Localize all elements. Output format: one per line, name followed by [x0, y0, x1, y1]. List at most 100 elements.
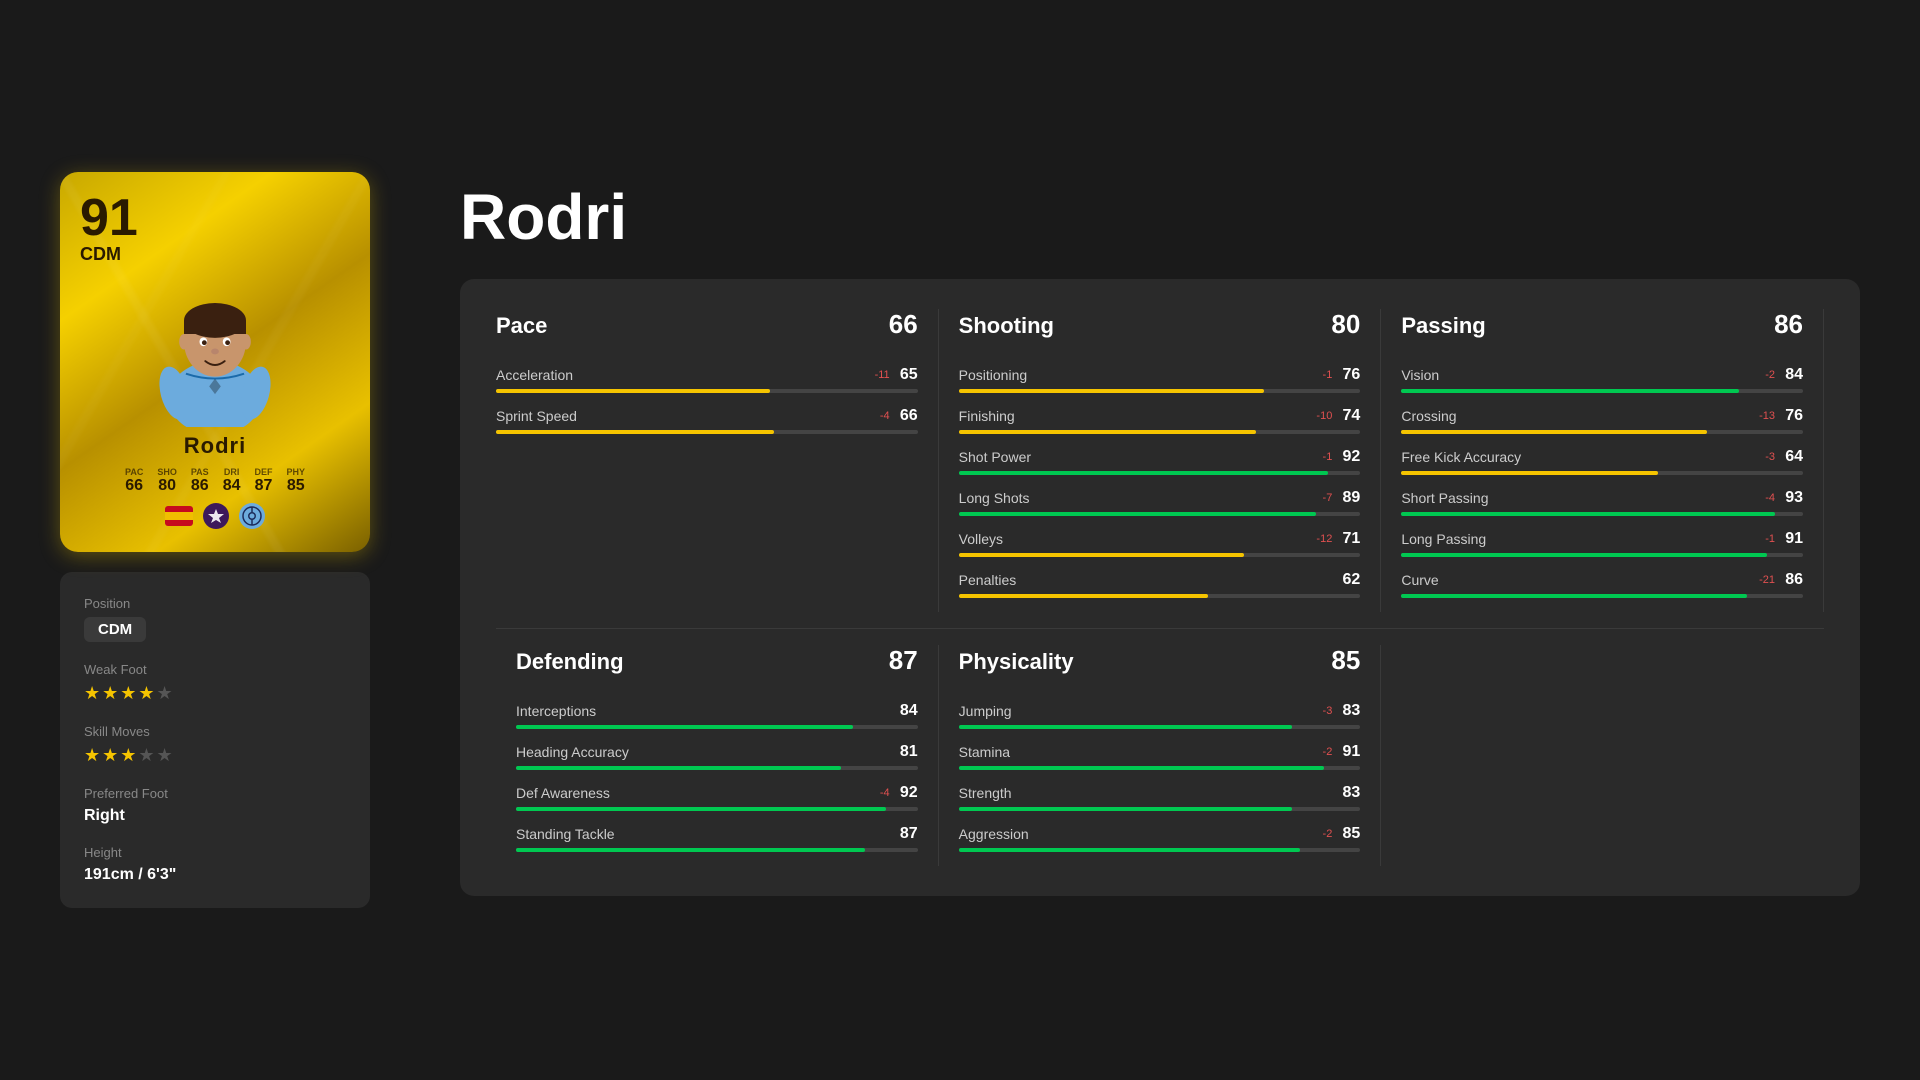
stats-container: Pace 66 Acceleration-1165Sprint Speed-46…: [460, 279, 1860, 896]
card-stat-phy: PHY 85: [286, 467, 305, 495]
stat-number: 66: [894, 407, 918, 425]
stat-modifier: -4: [880, 410, 890, 422]
passing-category: Passing 86 Vision-284Crossing-1376Free K…: [1381, 309, 1824, 612]
stat-bar-fill: [959, 430, 1256, 434]
premier-league-badge: [203, 503, 229, 529]
stat-bar-bg: [959, 512, 1361, 516]
stat-number: 93: [1779, 489, 1803, 507]
defending-stats: Interceptions84Heading Accuracy81Def Awa…: [516, 702, 918, 852]
stat-number: 81: [894, 743, 918, 761]
preferred-foot-value: Right: [84, 807, 346, 825]
spacer: [496, 612, 1824, 628]
stat-right: -4 66: [880, 407, 918, 425]
stat-modifier: -4: [1765, 492, 1775, 504]
stat-modifier: -1: [1765, 533, 1775, 545]
stat-modifier: -1: [1323, 451, 1333, 463]
shooting-stats: Positioning -176 Finishing-1074 Shot Power -…: [959, 366, 1361, 598]
stat-bar-fill: [496, 430, 774, 434]
stat-bar-bg: [959, 807, 1361, 811]
info-panel: Position CDM Weak Foot ★★★★★ Skill Moves…: [60, 572, 370, 908]
stat-number: 74: [1336, 407, 1360, 425]
stat-bar-fill: [959, 594, 1208, 598]
stat-number: 83: [1336, 784, 1360, 802]
empty-category: [1381, 645, 1824, 866]
stat-item: Acceleration-1165: [496, 366, 918, 393]
stat-right: -1165: [875, 366, 918, 384]
stat-bar-fill: [516, 807, 886, 811]
stat-right: -176: [1323, 366, 1361, 384]
stat-bar-bg: [959, 766, 1361, 770]
pace-value: 66: [889, 309, 918, 340]
card-stat-pas: PAS 86: [191, 467, 209, 495]
stat-name: Jumping: [959, 703, 1012, 719]
position-badge: CDM: [84, 617, 146, 642]
stat-number: 91: [1779, 530, 1803, 548]
stat-modifier: -4: [880, 787, 890, 799]
stat-row: Def Awareness-492: [516, 784, 918, 802]
height-row: Height 191cm / 6'3": [84, 845, 346, 884]
card-stat-sho: SHO 80: [157, 467, 177, 495]
stat-right: 81: [894, 743, 918, 761]
physicality-title: Physicality: [959, 649, 1074, 675]
stat-bar-fill: [1401, 430, 1706, 434]
stat-row: Standing Tackle87: [516, 825, 918, 843]
stat-right: -1271: [1316, 530, 1360, 548]
stat-number: 92: [1336, 448, 1360, 466]
stat-item: Crossing-1376: [1401, 407, 1803, 434]
stat-bar-bg: [496, 389, 918, 393]
pace-header: Pace 66: [496, 309, 918, 348]
stat-item: Jumping-383: [959, 702, 1361, 729]
stat-name: Shot Power: [959, 449, 1031, 465]
stat-right: 62: [1336, 571, 1360, 589]
stat-bar-fill: [496, 389, 770, 393]
stat-right: -291: [1323, 743, 1361, 761]
pace-title: Pace: [496, 313, 547, 339]
stat-row: Sprint Speed-466: [496, 407, 918, 425]
stat-row: Acceleration-1165: [496, 366, 918, 384]
stat-right: -492: [880, 784, 918, 802]
stat-right: -2186: [1759, 571, 1803, 589]
stat-bar-fill: [959, 766, 1325, 770]
card-stat-def: DEF 87: [254, 467, 272, 495]
stat-number: 84: [1779, 366, 1803, 384]
stat-item: Heading Accuracy81: [516, 743, 918, 770]
stat-name: Volleys: [959, 531, 1003, 547]
physicality-value: 85: [1331, 645, 1360, 676]
weak-foot-row: Weak Foot ★★★★★: [84, 662, 346, 704]
physicality-header: Physicality 85: [959, 645, 1361, 684]
stat-name: Stamina: [959, 744, 1010, 760]
stat-item: Stamina -291: [959, 743, 1361, 770]
player-name-title: Rodri: [460, 185, 1860, 249]
stat-row: Curve-2186: [1401, 571, 1803, 589]
stat-row: Jumping-383: [959, 702, 1361, 720]
stat-bar-bg: [1401, 512, 1803, 516]
height-value: 191cm / 6'3": [84, 866, 346, 884]
stat-name: Positioning: [959, 367, 1028, 383]
stat-item: Finishing-1074: [959, 407, 1361, 434]
passing-stats: Vision-284Crossing-1376Free Kick Accurac…: [1401, 366, 1803, 598]
stat-number: 86: [1779, 571, 1803, 589]
stat-name: Finishing: [959, 408, 1015, 424]
defending-value: 87: [889, 645, 918, 676]
stat-bar-bg: [959, 430, 1361, 434]
stat-item: Penalties62: [959, 571, 1361, 598]
stat-bar-bg: [1401, 594, 1803, 598]
stat-number: 76: [1779, 407, 1803, 425]
stat-row: Free Kick Accuracy -364: [1401, 448, 1803, 466]
stat-row: Long Shots-789: [959, 489, 1361, 507]
stat-modifier: -2: [1323, 746, 1333, 758]
stat-bar-bg: [1401, 553, 1803, 557]
shooting-header: Shooting 80: [959, 309, 1361, 348]
stat-name: Free Kick Accuracy: [1401, 449, 1521, 465]
stat-right: -284: [1765, 366, 1803, 384]
stat-bar-bg: [1401, 389, 1803, 393]
skill-moves-label: Skill Moves: [84, 724, 346, 739]
stat-item: Aggression-285: [959, 825, 1361, 852]
stat-right: -364: [1765, 448, 1803, 466]
stat-row: Strength83: [959, 784, 1361, 802]
stat-bar-bg: [959, 725, 1361, 729]
stat-bar-bg: [516, 848, 918, 852]
stat-modifier: -3: [1323, 705, 1333, 717]
stat-row: Positioning -176: [959, 366, 1361, 384]
position-label: Position: [84, 596, 346, 611]
